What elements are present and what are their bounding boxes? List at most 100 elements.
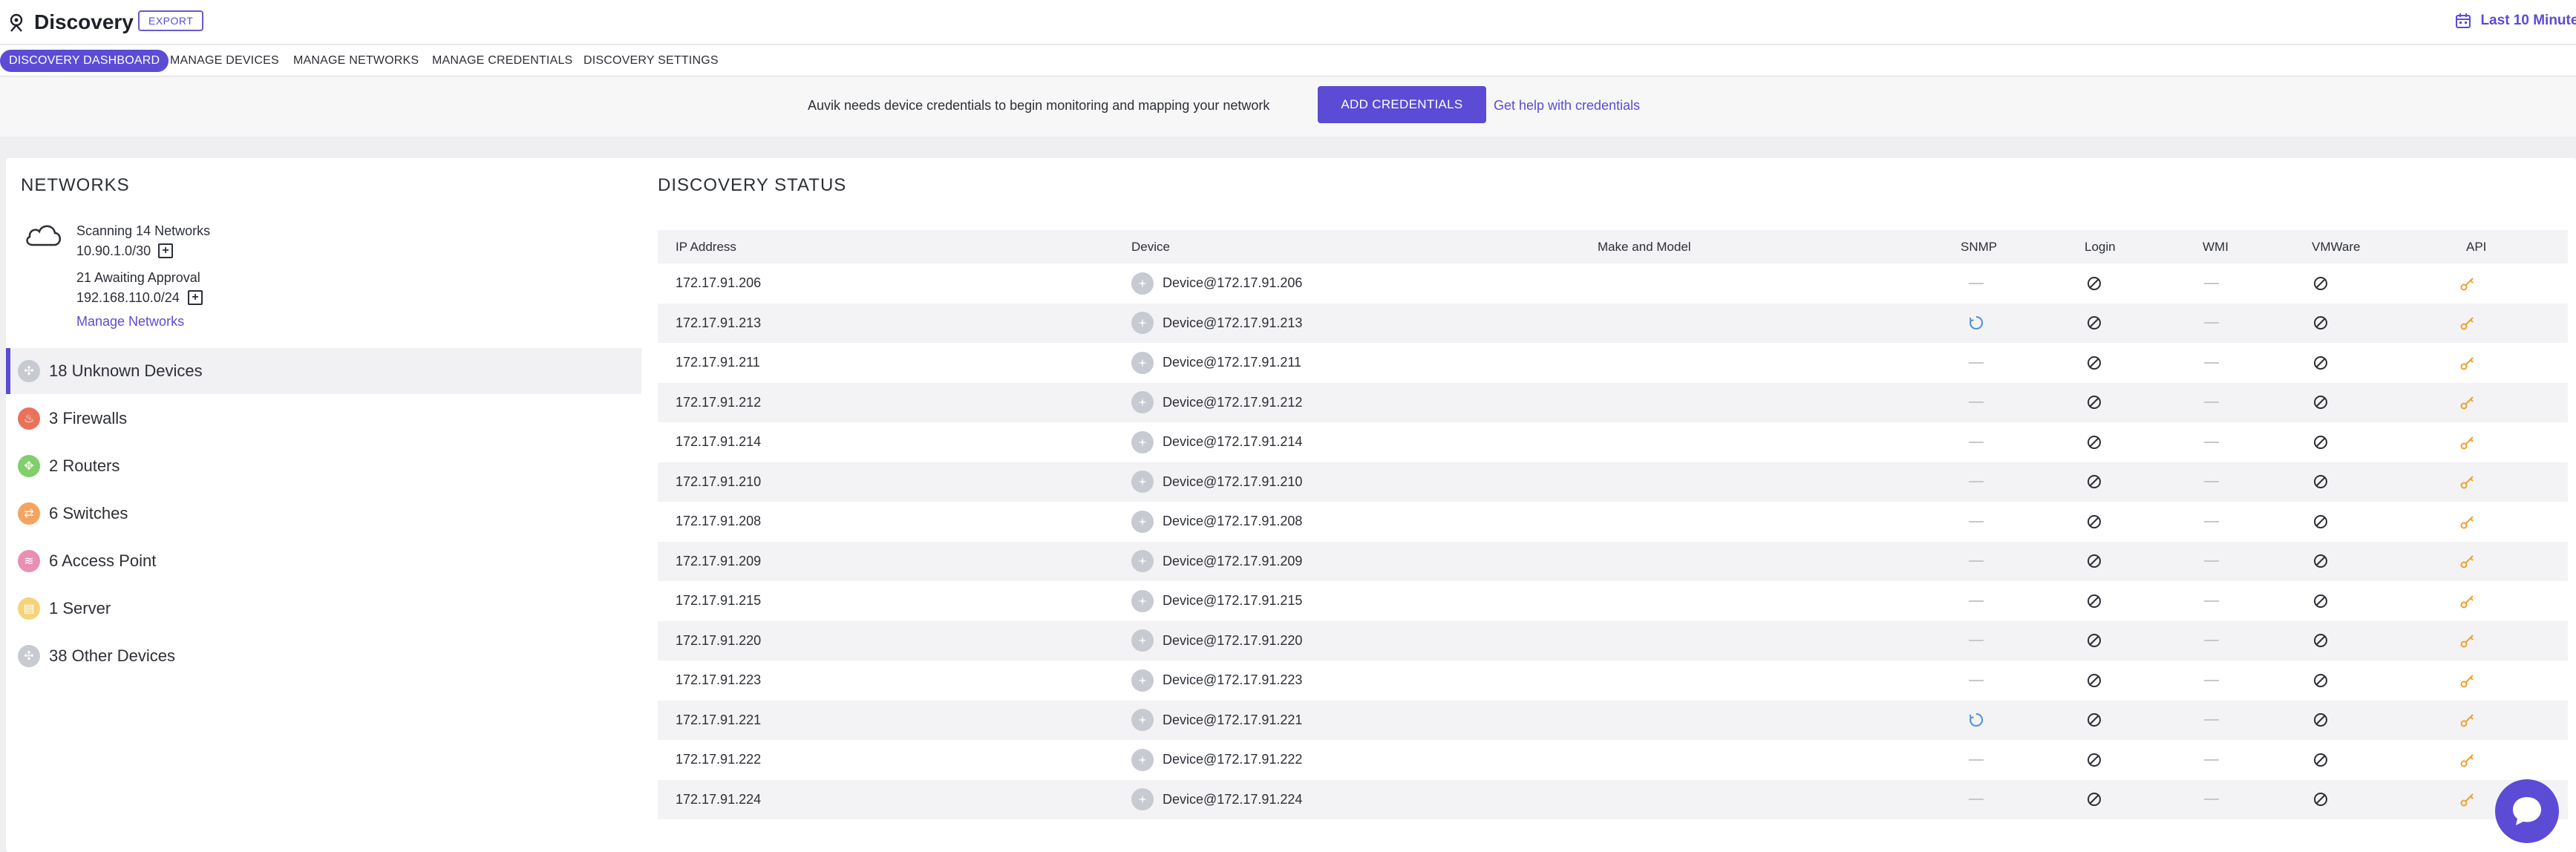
nav-tabs: DISCOVERY DASHBOARD MANAGE DEVICES MANAG… (0, 45, 2576, 76)
vmware-status-cell (2312, 343, 2329, 383)
category-other-devices[interactable]: ✣ 38 Other Devices (6, 633, 641, 679)
device-cell[interactable]: Device@172.17.91.215 (1131, 581, 1302, 621)
table-row[interactable]: 172.17.91.208 Device@172.17.91.208 (658, 502, 2568, 542)
vmware-status-cell (2312, 502, 2329, 542)
table-header: IP Address Device Make and Model SNMP Lo… (658, 230, 2568, 263)
blocked-icon (2088, 554, 2101, 568)
device-cell[interactable]: Device@172.17.91.213 (1131, 304, 1302, 344)
table-row[interactable]: 172.17.91.222 Device@172.17.91.222 (658, 740, 2568, 780)
api-key-icon (2460, 357, 2474, 370)
table-row[interactable]: 172.17.91.212 Device@172.17.91.212 (658, 382, 2568, 423)
column-ip-address[interactable]: IP Address (676, 230, 736, 263)
column-snmp[interactable]: SNMP (1961, 230, 1997, 263)
credentials-help-link[interactable]: Get help with credentials (1494, 98, 1640, 114)
category-access-points[interactable]: ≋ 6 Access Point (6, 538, 641, 584)
table-row[interactable]: 172.17.91.209 Device@172.17.91.209 (658, 541, 2568, 582)
api-status-cell[interactable] (2459, 304, 2476, 344)
category-routers[interactable]: ✥ 2 Routers (6, 443, 641, 489)
banner-message: Auvik needs device credentials to begin … (808, 98, 1270, 113)
login-status-cell (2086, 542, 2102, 582)
time-range-selector[interactable]: Last 10 Minutes (2455, 9, 2576, 33)
other-device-icon: ✣ (18, 645, 40, 667)
device-icon (1131, 430, 1154, 453)
column-api[interactable]: API (2466, 230, 2486, 263)
export-button[interactable]: EXPORT (138, 10, 204, 31)
api-status-cell[interactable] (2459, 661, 2476, 701)
tab-discovery-settings[interactable]: DISCOVERY SETTINGS (583, 50, 719, 72)
device-cell[interactable]: Device@172.17.91.208 (1131, 502, 1302, 542)
device-icon (1131, 391, 1154, 414)
table-row[interactable]: 172.17.91.211 Device@172.17.91.211 (658, 343, 2568, 383)
manage-networks-link[interactable]: Manage Networks (76, 314, 184, 330)
table-row[interactable]: 172.17.91.223 Device@172.17.91.223 (658, 661, 2568, 701)
vmware-status-cell (2312, 263, 2329, 304)
not-applicable-dash (2204, 282, 2219, 284)
device-cell[interactable]: Device@172.17.91.223 (1131, 661, 1302, 701)
column-login[interactable]: Login (2085, 230, 2116, 263)
table-row[interactable]: 172.17.91.220 Device@172.17.91.220 (658, 620, 2568, 661)
wmi-status-cell (2204, 343, 2219, 383)
expand-scanning-icon[interactable]: + (158, 243, 173, 258)
ip-address-cell: 172.17.91.209 (676, 553, 762, 568)
chat-button[interactable] (2495, 779, 2559, 843)
not-applicable-dash (1969, 441, 1984, 443)
api-status-cell[interactable] (2459, 621, 2476, 661)
login-status-cell (2086, 304, 2102, 344)
tab-manage-credentials[interactable]: MANAGE CREDENTIALS (432, 50, 572, 72)
api-status-cell[interactable] (2459, 422, 2476, 462)
api-status-cell[interactable] (2459, 780, 2476, 820)
category-servers[interactable]: ▤ 1 Server (6, 586, 641, 632)
category-firewalls[interactable]: ♨ 3 Firewalls (6, 396, 641, 442)
device-cell[interactable]: Device@172.17.91.211 (1131, 343, 1301, 383)
awaiting-approval-label: 21 Awaiting Approval (76, 270, 200, 285)
ip-address-cell: 172.17.91.222 (676, 752, 762, 767)
table-row[interactable]: 172.17.91.214 Device@172.17.91.214 (658, 422, 2568, 462)
table-row[interactable]: 172.17.91.213 Device@172.17.91.213 (658, 303, 2568, 344)
loading-spinner-icon (1969, 316, 1984, 330)
api-status-cell[interactable] (2459, 701, 2476, 741)
api-status-cell[interactable] (2459, 462, 2476, 502)
column-wmi[interactable]: WMI (2203, 230, 2229, 263)
table-row[interactable]: 172.17.91.224 Device@172.17.91.224 (658, 779, 2568, 820)
api-status-cell[interactable] (2459, 581, 2476, 621)
ip-address-cell: 172.17.91.220 (676, 632, 762, 648)
device-cell[interactable]: Device@172.17.91.206 (1131, 263, 1302, 304)
expand-awaiting-icon[interactable]: + (188, 290, 203, 305)
not-applicable-dash (2204, 441, 2219, 443)
api-status-cell[interactable] (2459, 542, 2476, 582)
tab-discovery-dashboard[interactable]: DISCOVERY DASHBOARD (0, 50, 169, 72)
add-credentials-button[interactable]: ADD CREDENTIALS (1318, 86, 1486, 123)
device-cell[interactable]: Device@172.17.91.210 (1131, 462, 1302, 502)
tab-manage-devices[interactable]: MANAGE DEVICES (170, 50, 279, 72)
device-cell[interactable]: Device@172.17.91.220 (1131, 621, 1302, 661)
column-make-model[interactable]: Make and Model (1598, 230, 1691, 263)
table-row[interactable]: 172.17.91.215 Device@172.17.91.215 (658, 581, 2568, 621)
not-applicable-dash (1969, 361, 1984, 364)
device-cell[interactable]: Device@172.17.91.212 (1131, 383, 1302, 423)
blocked-icon (2314, 634, 2327, 648)
device-cell[interactable]: Device@172.17.91.214 (1131, 422, 1302, 462)
table-row[interactable]: 172.17.91.210 Device@172.17.91.210 (658, 462, 2568, 502)
category-unknown-devices[interactable]: ✣ 18 Unknown Devices (6, 348, 641, 394)
table-row[interactable]: 172.17.91.221 Device@172.17.91.221 (658, 700, 2568, 741)
tab-manage-networks[interactable]: MANAGE NETWORKS (293, 50, 419, 72)
device-cell[interactable]: Device@172.17.91.224 (1131, 780, 1302, 820)
device-cell[interactable]: Device@172.17.91.221 (1131, 701, 1302, 741)
api-status-cell[interactable] (2459, 383, 2476, 423)
column-vmware[interactable]: VMWare (2312, 230, 2361, 263)
device-cell[interactable]: Device@172.17.91.209 (1131, 542, 1302, 582)
device-cell[interactable]: Device@172.17.91.222 (1131, 740, 1302, 780)
login-status-cell (2086, 581, 2102, 621)
not-applicable-dash (2204, 361, 2219, 364)
api-status-cell[interactable] (2459, 343, 2476, 383)
ip-address-cell: 172.17.91.214 (676, 434, 762, 450)
api-status-cell[interactable] (2459, 502, 2476, 542)
snmp-status-cell (1969, 780, 1984, 820)
not-applicable-dash (2204, 402, 2219, 404)
api-status-cell[interactable] (2459, 740, 2476, 780)
category-switches[interactable]: ⇄ 6 Switches (6, 491, 641, 537)
table-row[interactable]: 172.17.91.206 Device@172.17.91.206 (658, 263, 2568, 304)
column-device[interactable]: Device (1131, 230, 1170, 263)
wmi-status-cell (2204, 462, 2219, 502)
api-status-cell[interactable] (2459, 263, 2476, 304)
